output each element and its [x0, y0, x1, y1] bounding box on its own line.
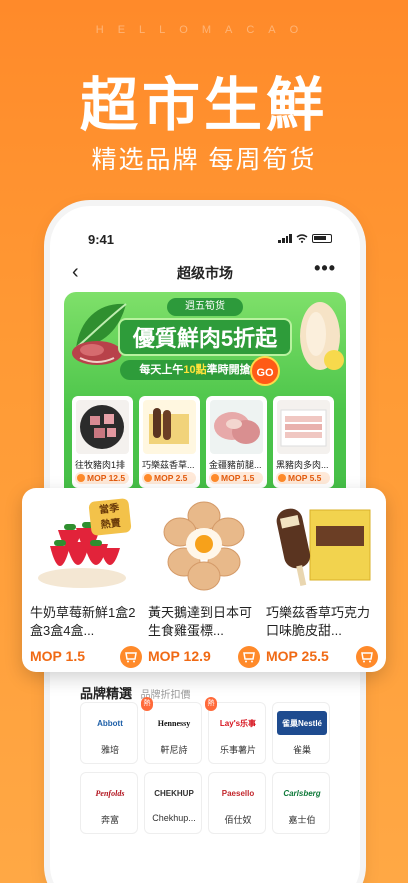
promo-product-list: 往牧豬肉1排 MOP 12.5 巧樂茲香草... MOP 2.5 金疆豬前腿..… [72, 396, 338, 488]
featured-product-card[interactable]: 巧樂茲香草巧克力口味脆皮甜... MOP 25.5 [266, 496, 378, 672]
promo-title: 優質鮮肉5折起 [118, 318, 292, 356]
brand-name: 乐事薯片 [219, 745, 256, 755]
brand-name: 軒尼詩 [160, 745, 188, 755]
featured-product-name: 牛奶草莓新鮮1盒2盒3盒4盒... [30, 605, 136, 638]
eggs-illustration [163, 501, 245, 591]
promo-product-price: MOP 1.5 [209, 472, 263, 484]
eggs-image [148, 496, 260, 596]
featured-product-name: 黃天鵝達到日本可生食雞蛋標... [148, 605, 253, 638]
brand-card-nestle[interactable]: 雀巢Nestlé 雀巢 [272, 702, 330, 764]
promo-time-prefix: 每天上午 [139, 364, 184, 376]
cart-icon[interactable] [120, 646, 142, 668]
promo-time: 每天上午10點準時開搶 [120, 360, 270, 380]
hot-badge: 熱 [205, 697, 217, 711]
cart-glyph [125, 652, 137, 663]
more-options-button[interactable]: ••• [314, 258, 336, 279]
hot-badge: 熱 [141, 697, 153, 711]
hero-subtitle: 精选品牌 每周筍货 [91, 146, 317, 174]
status-icons [278, 234, 332, 243]
hennessy-logo: Hennessy [157, 718, 191, 728]
brand-name: 嘉士伯 [288, 815, 316, 825]
ice-cream-image [266, 496, 378, 596]
brand-card-hennessy[interactable]: 熱 Hennessy 軒尼詩 [141, 697, 202, 764]
hero-title: 超市生鮮 [79, 73, 328, 138]
promo-time-suffix: 準時開搶 [206, 364, 251, 376]
ice-cream-box-image [143, 400, 196, 454]
brand-name: Chekhup... [152, 813, 196, 823]
ice-cream-illustration [276, 508, 371, 586]
promo-product-name: 黑豬肉多肉... [276, 460, 329, 470]
cart-glyph [243, 652, 255, 663]
status-bar: 9:41 [50, 230, 360, 250]
lays-logo: Lay's乐事 [219, 718, 257, 728]
promo-time-highlight: 10點 [183, 364, 207, 376]
season-badge: 當季 熱賣 [88, 498, 132, 536]
featured-product-card[interactable]: 黃天鵝達到日本可生食雞蛋標... MOP 12.9 [148, 496, 260, 672]
season-badge-line2: 熱賣 [100, 517, 122, 531]
promo-tag: 週五筍货 [167, 298, 243, 316]
brand-card-paesello[interactable]: Paesello 佰仕奴 [208, 772, 266, 834]
paesello-logo: Paesello [221, 788, 255, 798]
meat-image [72, 341, 122, 365]
brand-card-carlsberg[interactable]: Carlsberg 嘉士伯 [272, 772, 330, 834]
brand-name: 雅培 [100, 745, 119, 755]
brand-card-chekhup[interactable]: CHEKHUP Chekhup... [144, 772, 202, 834]
carlsberg-logo: Carlsberg [283, 788, 321, 798]
promo-product-card[interactable]: 巧樂茲香草... MOP 2.5 [139, 396, 200, 488]
cart-icon[interactable] [238, 646, 260, 668]
battery-icon [312, 234, 332, 243]
abbott-logo: Abbott [97, 718, 123, 728]
brand-card-lays[interactable]: 熱 Lay's乐事 乐事薯片 [205, 697, 266, 764]
hello-watermark: HELLOMACAO [95, 24, 313, 36]
pork-cubes-image [76, 400, 129, 454]
nav-bar: ‹ 超级市场 ••• [50, 258, 360, 284]
strawberry-image: 當季 熱賣 [30, 496, 142, 596]
go-button[interactable]: GO [250, 356, 280, 386]
promo-product-card[interactable]: 金疆豬前腿... MOP 1.5 [206, 396, 267, 488]
brand-section-header: 品牌精選 品牌折扣價 [80, 683, 190, 703]
brand-name: 佰仕奴 [224, 815, 252, 825]
promo-product-price: MOP 12.5 [75, 472, 129, 484]
brand-card-penfolds[interactable]: Penfolds 奔富 [80, 772, 138, 834]
cart-glyph [361, 652, 373, 663]
pork-leg-image [210, 400, 263, 454]
chekhup-logo: CHEKHUP [154, 788, 194, 798]
nestle-logo: 雀巢Nestlé [277, 711, 327, 735]
promo-product-card[interactable]: 往牧豬肉1排 MOP 12.5 [72, 396, 133, 488]
brand-card-abbott[interactable]: Abbott 雅培 [80, 702, 138, 764]
promo-product-name: 金疆豬前腿... [209, 460, 262, 470]
featured-product-name: 巧樂茲香草巧克力口味脆皮甜... [266, 605, 371, 638]
promo-product-price: MOP 5.5 [276, 472, 330, 484]
featured-product-card[interactable]: 當季 熱賣 牛奶草莓新鮮1盒2盒3盒4盒... MOP 1.5 [30, 496, 142, 672]
wifi-icon [296, 234, 308, 243]
promo-product-price: MOP 2.5 [142, 472, 196, 484]
brand-grid: Abbott 雅培 熱 Hennessy 軒尼詩 熱 Lay's乐事 乐事薯片 … [80, 697, 330, 834]
promo-product-name: 巧樂茲香草... [142, 460, 195, 470]
status-time: 9:41 [88, 232, 115, 247]
brand-section-title: 品牌精選 [80, 686, 133, 701]
promo-product-card[interactable]: 黑豬肉多肉... MOP 5.5 [273, 396, 334, 488]
phone-notch [138, 206, 272, 232]
featured-product-panel: 當季 熱賣 牛奶草莓新鮮1盒2盒3盒4盒... MOP 1.5 黃天鵝達到日本可… [22, 488, 386, 672]
penfolds-logo: Penfolds [95, 788, 125, 798]
brand-name: 奔富 [100, 815, 119, 825]
pork-belly-image [277, 400, 330, 454]
chicken-image [300, 302, 344, 370]
brand-name: 雀巢 [292, 745, 311, 755]
cart-icon[interactable] [356, 646, 378, 668]
signal-icon [278, 234, 292, 243]
promo-product-name: 往牧豬肉1排 [75, 460, 126, 470]
